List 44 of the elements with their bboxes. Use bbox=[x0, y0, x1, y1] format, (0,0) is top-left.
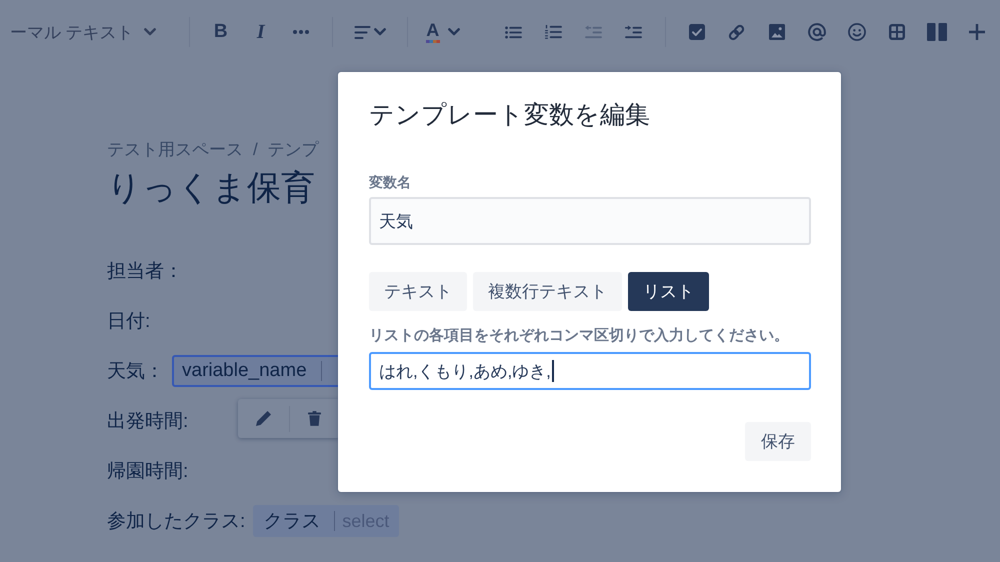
list-field[interactable]: はれ,くもり,あめ,ゆき, bbox=[369, 352, 811, 390]
outdent-icon bbox=[585, 25, 602, 39]
pencil-icon bbox=[256, 411, 271, 426]
field-label: 参加したクラス: bbox=[107, 510, 246, 534]
smiley-icon bbox=[848, 23, 866, 41]
text-color-button[interactable]: A bbox=[422, 16, 463, 48]
text-style-dropdown[interactable]: ーマル テキスト bbox=[0, 16, 162, 48]
color-bar-icon bbox=[426, 40, 440, 43]
table-icon bbox=[888, 24, 905, 40]
field-label: 帰園時間: bbox=[107, 460, 188, 484]
italic-button[interactable]: I bbox=[244, 16, 277, 48]
type-tab[interactable]: リスト bbox=[628, 272, 709, 311]
link-icon bbox=[728, 24, 746, 40]
columns-icon bbox=[926, 23, 947, 41]
indent-icon bbox=[625, 25, 642, 39]
bold-button[interactable]: B bbox=[204, 16, 237, 48]
field-hint: リストの各項目をそれぞれコンマ区切りで入力してください。 bbox=[369, 326, 790, 346]
breadcrumb-link[interactable]: テスト用スペース bbox=[107, 138, 243, 162]
checkbox-icon bbox=[688, 24, 705, 40]
type-tab[interactable]: 複数行テキスト bbox=[473, 272, 622, 311]
align-left-icon bbox=[354, 26, 371, 38]
save-button[interactable]: 保存 bbox=[745, 422, 811, 461]
breadcrumb-link[interactable]: テンプ bbox=[268, 138, 319, 162]
page-title: りっくま保育 bbox=[107, 168, 315, 209]
numbered-list-icon bbox=[545, 25, 562, 39]
field-label: 担当者： bbox=[107, 260, 183, 284]
chevron-down-icon bbox=[374, 28, 386, 36]
field-label: 変数名 bbox=[369, 173, 412, 192]
field-label: 日付: bbox=[107, 310, 150, 334]
breadcrumb-separator: / bbox=[253, 139, 258, 161]
chevron-down-icon bbox=[144, 28, 156, 36]
bullet-list-icon bbox=[505, 26, 522, 38]
trash-icon bbox=[308, 411, 322, 426]
text-cursor-icon bbox=[552, 360, 554, 382]
field-label: 天気： bbox=[107, 360, 164, 384]
at-sign-icon bbox=[808, 23, 826, 41]
image-icon bbox=[768, 24, 785, 40]
field-label: 出発時間: bbox=[107, 410, 188, 434]
name-field[interactable]: 天気 bbox=[369, 197, 811, 245]
ellipsis-icon bbox=[292, 30, 309, 34]
plus-icon bbox=[968, 24, 985, 40]
type-tab[interactable]: テキスト bbox=[369, 272, 467, 311]
chevron-down-icon bbox=[448, 28, 460, 36]
dialog-title: テンプレート変数を編集 bbox=[369, 100, 651, 131]
